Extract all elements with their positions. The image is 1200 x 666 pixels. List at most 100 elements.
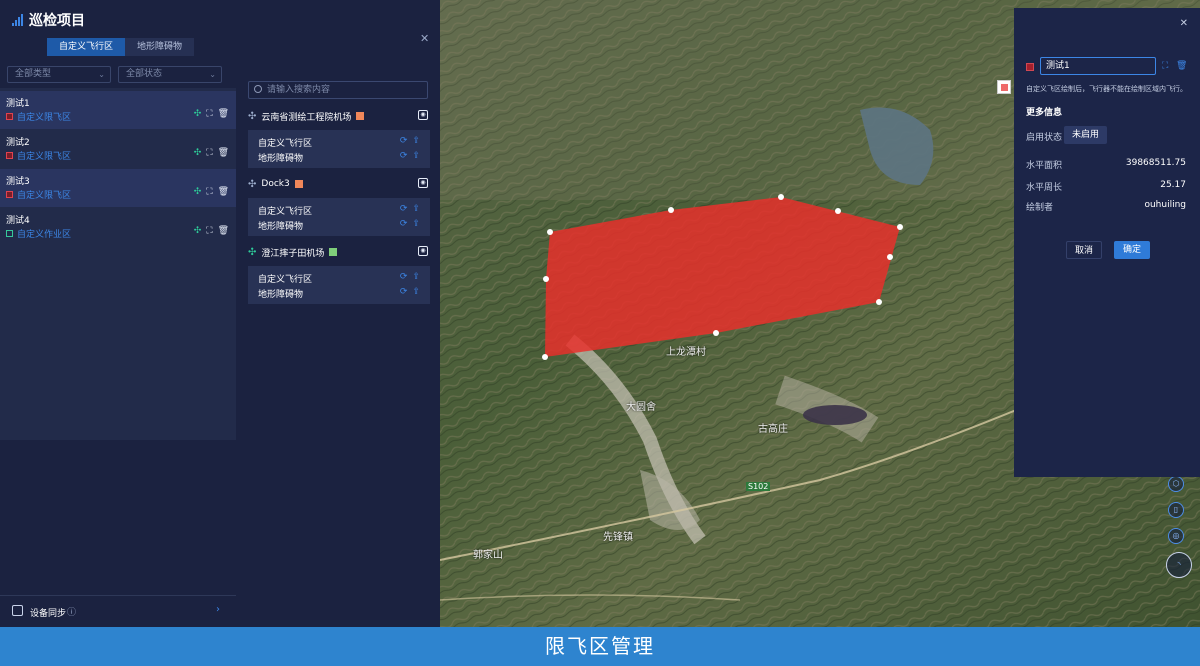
type-filter-value: 全部类型 bbox=[15, 69, 52, 79]
upload-icon[interactable]: ⇪ bbox=[412, 219, 420, 229]
locate-icon[interactable]: ⛶ bbox=[206, 226, 212, 236]
zone-type: 自定义作业区 bbox=[6, 227, 71, 240]
area-label: 水平面积 bbox=[1026, 161, 1063, 171]
drone-icon: ✣ bbox=[248, 246, 257, 258]
sync-icon[interactable]: ⟳ bbox=[400, 272, 408, 282]
site-item-actions: ⟳ ⇪ bbox=[400, 272, 420, 282]
compass-icon[interactable]: ⬡ bbox=[1168, 476, 1184, 492]
cancel-button[interactable]: 取消 bbox=[1066, 241, 1102, 259]
drone-icon[interactable]: ✣ bbox=[194, 148, 202, 158]
chevron-right-icon[interactable]: › bbox=[216, 604, 220, 615]
close-icon[interactable]: ✕ bbox=[1180, 18, 1188, 29]
info-icon[interactable]: ⓘ bbox=[67, 605, 76, 618]
locate-icon[interactable]: ◉ bbox=[418, 246, 428, 256]
site-name: 云南省测绘工程院机场 bbox=[261, 112, 352, 123]
zone-color-square[interactable] bbox=[1026, 63, 1034, 71]
site-item-terrain[interactable]: 地形障碍物 bbox=[258, 219, 303, 232]
site-name: Dock3 bbox=[261, 179, 290, 189]
delete-icon[interactable]: 🗑 bbox=[1176, 61, 1187, 71]
tab-terrain-obstacle[interactable]: 地形障碍物 bbox=[125, 38, 195, 56]
delete-icon[interactable]: 🗑 bbox=[218, 226, 229, 236]
status-label: 启用状态 bbox=[1026, 133, 1063, 143]
drone-icon[interactable]: ✣ bbox=[194, 109, 202, 119]
zone-type: 自定义限飞区 bbox=[6, 149, 71, 162]
zone-list-item[interactable]: 测试2 自定义限飞区 ✣ ⛶ 🗑 bbox=[0, 130, 236, 168]
road-sign: S102 bbox=[746, 482, 771, 491]
zone-actions: ✣ ⛶ 🗑 bbox=[194, 109, 229, 119]
map-place-label: 大圆舍 bbox=[626, 402, 656, 413]
zone-list-item[interactable]: 测试3 自定义限飞区 ✣ ⛶ 🗑 bbox=[0, 169, 236, 207]
drone-icon[interactable]: ✣ bbox=[194, 187, 202, 197]
site-items: 自定义飞行区 ⟳ ⇪ 地形障碍物 ⟳ ⇪ bbox=[248, 130, 430, 168]
upload-icon[interactable]: ⇪ bbox=[412, 287, 420, 297]
site-item-terrain[interactable]: 地形障碍物 bbox=[258, 287, 303, 300]
map-place-label: 古高庄 bbox=[758, 424, 788, 435]
sync-icon[interactable]: ⟳ bbox=[400, 219, 408, 229]
project-title: 巡检项目 bbox=[29, 13, 85, 29]
map-place-label: 先锋镇 bbox=[603, 532, 633, 543]
locate-icon[interactable]: ◉ bbox=[418, 110, 428, 120]
sync-icon[interactable]: ⟳ bbox=[400, 136, 408, 146]
status-toggle-button[interactable]: 未启用 bbox=[1064, 126, 1108, 144]
sync-icon[interactable]: ⟳ bbox=[400, 287, 408, 297]
zone-list-item[interactable]: 测试1 自定义限飞区 ✣ ⛶ 🗑 bbox=[0, 91, 236, 129]
site-item-terrain[interactable]: 地形障碍物 bbox=[258, 151, 303, 164]
locate-icon[interactable]: ⛶ bbox=[206, 109, 212, 119]
site-items: 自定义飞行区 ⟳ ⇪ 地形障碍物 ⟳ ⇪ bbox=[248, 266, 430, 304]
device-sync-bar[interactable]: 设备同步 ⓘ › bbox=[0, 595, 236, 627]
site-name: 澄江摔子田机场 bbox=[261, 248, 325, 259]
delete-icon[interactable]: 🗑 bbox=[218, 187, 229, 197]
type-filter-select[interactable]: 全部类型 ⌄ bbox=[7, 66, 111, 83]
search-icon bbox=[254, 85, 262, 93]
zone-detail-panel: ✕ 测试1 ⛶ 🗑 自定义飞区绘制后，飞行器不能在绘制区域内飞行。 更多信息 启… bbox=[1014, 8, 1200, 477]
confirm-button[interactable]: 确定 bbox=[1114, 241, 1150, 259]
zone-name-input[interactable]: 测试1 bbox=[1040, 57, 1156, 75]
zone-marker-icon[interactable] bbox=[997, 80, 1011, 94]
close-icon[interactable]: ✕ bbox=[420, 32, 429, 45]
locate-icon[interactable]: ⛶ bbox=[1162, 61, 1168, 71]
site-item-actions: ⟳ ⇪ bbox=[400, 219, 420, 229]
site-header[interactable]: ✣ Dock3 ◉ bbox=[248, 175, 430, 193]
delete-icon[interactable]: 🗑 bbox=[218, 148, 229, 158]
site-header[interactable]: ✣ 澄江摔子田机场 ◉ bbox=[248, 243, 430, 261]
zone-name: 测试2 bbox=[6, 138, 30, 148]
sync-icon[interactable]: ⟳ bbox=[400, 151, 408, 161]
zone-type-square bbox=[6, 152, 13, 159]
zone-type-label: 自定义限飞区 bbox=[17, 191, 72, 201]
site-item-flight-zone[interactable]: 自定义飞行区 bbox=[258, 136, 312, 149]
site-color-swatch bbox=[356, 112, 365, 120]
site-item-actions: ⟳ ⇪ bbox=[400, 204, 420, 214]
upload-icon[interactable]: ⇪ bbox=[412, 272, 420, 282]
site-item-flight-zone[interactable]: 自定义飞行区 bbox=[258, 272, 312, 285]
site-item-actions: ⟳ ⇪ bbox=[400, 151, 420, 161]
locate-icon[interactable]: ⛶ bbox=[206, 187, 212, 197]
site-group: ✣ 云南省测绘工程院机场 ◉ 自定义飞行区 ⟳ ⇪ 地形障碍物 ⟳ ⇪ bbox=[248, 107, 430, 168]
upload-icon[interactable]: ⇪ bbox=[412, 204, 420, 214]
status-filter-select[interactable]: 全部状态 ⌄ bbox=[118, 66, 222, 83]
locate-me-icon[interactable]: ◎ bbox=[1168, 528, 1184, 544]
locate-icon[interactable]: ◉ bbox=[418, 178, 428, 188]
locate-icon[interactable]: ⛶ bbox=[206, 148, 212, 158]
zone-actions: ✣ ⛶ 🗑 bbox=[194, 226, 229, 236]
upload-icon[interactable]: ⇪ bbox=[412, 151, 420, 161]
site-item-actions: ⟳ ⇪ bbox=[400, 287, 420, 297]
app-root: 巡检项目 ✕ 自定义飞行区 地形障碍物 全部类型 ⌄ 全部状态 ⌄ 测试1 自定… bbox=[0, 0, 1200, 666]
site-item-flight-zone[interactable]: 自定义飞行区 bbox=[258, 204, 312, 217]
search-input[interactable]: 请输入搜索内容 bbox=[248, 81, 428, 99]
site-header[interactable]: ✣ 云南省测绘工程院机场 ◉ bbox=[248, 107, 430, 125]
drone-icon[interactable]: ✣ bbox=[194, 226, 202, 236]
navigation-dial-icon[interactable]: ◝ bbox=[1166, 552, 1192, 578]
layers-icon[interactable]: ▯ bbox=[1168, 502, 1184, 518]
zone-type-label: 自定义限飞区 bbox=[17, 152, 72, 162]
zone-actions: ✣ ⛶ 🗑 bbox=[194, 148, 229, 158]
zone-list-item[interactable]: 测试4 自定义作业区 ✣ ⛶ 🗑 bbox=[0, 208, 236, 246]
site-column: 请输入搜索内容 ✣ 云南省测绘工程院机场 ◉ 自定义飞行区 ⟳ ⇪ 地形障碍物 ⟳… bbox=[240, 78, 438, 308]
tab-custom-flight-zone[interactable]: 自定义飞行区 bbox=[47, 38, 126, 56]
left-panel: 巡检项目 ✕ 自定义飞行区 地形障碍物 全部类型 ⌄ 全部状态 ⌄ 测试1 自定… bbox=[0, 0, 440, 627]
delete-icon[interactable]: 🗑 bbox=[218, 109, 229, 119]
map-place-label: 上龙潭村 bbox=[666, 347, 706, 358]
zone-type-label: 自定义限飞区 bbox=[17, 113, 72, 123]
sync-icon[interactable]: ⟳ bbox=[400, 204, 408, 214]
upload-icon[interactable]: ⇪ bbox=[412, 136, 420, 146]
creator-value: ouhuiling bbox=[1144, 200, 1186, 210]
